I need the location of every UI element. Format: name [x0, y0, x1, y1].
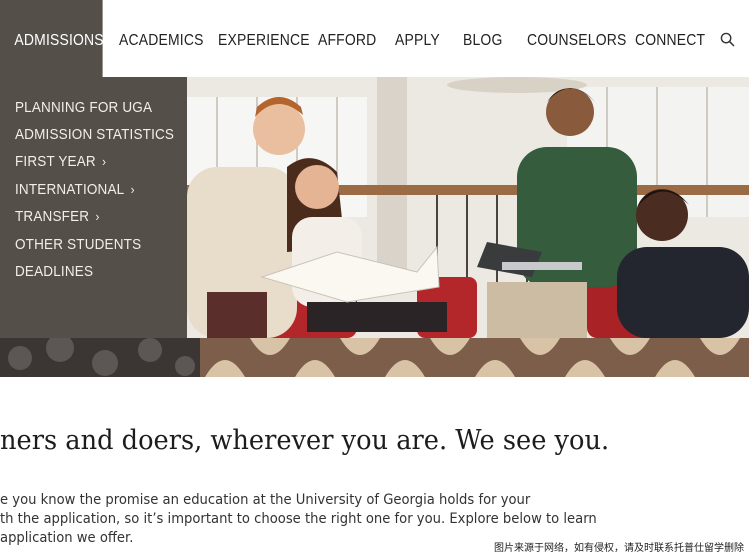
search-icon[interactable] [720, 32, 735, 47]
dropdown-item-label: TRANSFER [15, 208, 90, 225]
chevron-right-icon: › [102, 154, 107, 169]
nav-academics[interactable]: ACADEMICS [119, 0, 204, 77]
dropdown-item-label: ADMISSION STATISTICS [15, 126, 175, 143]
dropdown-item-label: INTERNATIONAL [15, 181, 125, 198]
nav-apply[interactable]: APPLY [395, 0, 440, 77]
nav-connect[interactable]: CONNECT [635, 0, 705, 77]
page-headline: ners and doers, wherever you are. We see… [0, 425, 610, 456]
dropdown-item-label: FIRST YEAR [15, 153, 96, 170]
dropdown-item-label: DEADLINES [15, 263, 94, 280]
nav-admissions[interactable]: ADMISSIONS [0, 0, 104, 77]
pattern-banner [0, 338, 749, 377]
students-photo-illustration [187, 77, 749, 338]
nav-experience[interactable]: EXPERIENCE [218, 0, 310, 77]
dropdown-item-other-students[interactable]: OTHER STUDENTS [15, 236, 141, 253]
intro-text-line-3: application we offer. [0, 530, 134, 546]
chevron-right-icon: › [95, 209, 100, 224]
dropdown-item-deadlines[interactable]: DEADLINES [15, 263, 93, 280]
hero-photo [187, 77, 749, 338]
chevron-right-icon: › [130, 182, 135, 197]
dropdown-item-label: OTHER STUDENTS [15, 236, 142, 253]
dropdown-item-first-year[interactable]: FIRST YEAR › [15, 153, 106, 170]
nav-blog[interactable]: BLOG [463, 0, 502, 77]
dropdown-item-transfer[interactable]: TRANSFER › [15, 208, 100, 225]
dropdown-item-admission-statistics[interactable]: ADMISSION STATISTICS [15, 126, 174, 143]
decorative-pattern [0, 338, 749, 377]
nav-afford[interactable]: AFFORD [318, 0, 376, 77]
image-source-watermark: 图片来源于网络，如有侵权，请及时联系托普仕留学删除 [491, 539, 747, 554]
dropdown-item-planning[interactable]: PLANNING FOR UGA [15, 99, 152, 116]
dropdown-item-label: PLANNING FOR UGA [15, 99, 153, 116]
dropdown-item-international[interactable]: INTERNATIONAL › [15, 181, 135, 198]
nav-counselors[interactable]: COUNSELORS [527, 0, 626, 77]
intro-text-line-1: e you know the promise an education at t… [0, 492, 531, 508]
admissions-dropdown-menu: PLANNING FOR UGA ADMISSION STATISTICS FI… [0, 77, 187, 338]
intro-text-line-2: th the application, so it’s important to… [0, 511, 597, 527]
top-navigation: ADMISSIONS ACADEMICS EXPERIENCE AFFORD A… [0, 0, 749, 77]
